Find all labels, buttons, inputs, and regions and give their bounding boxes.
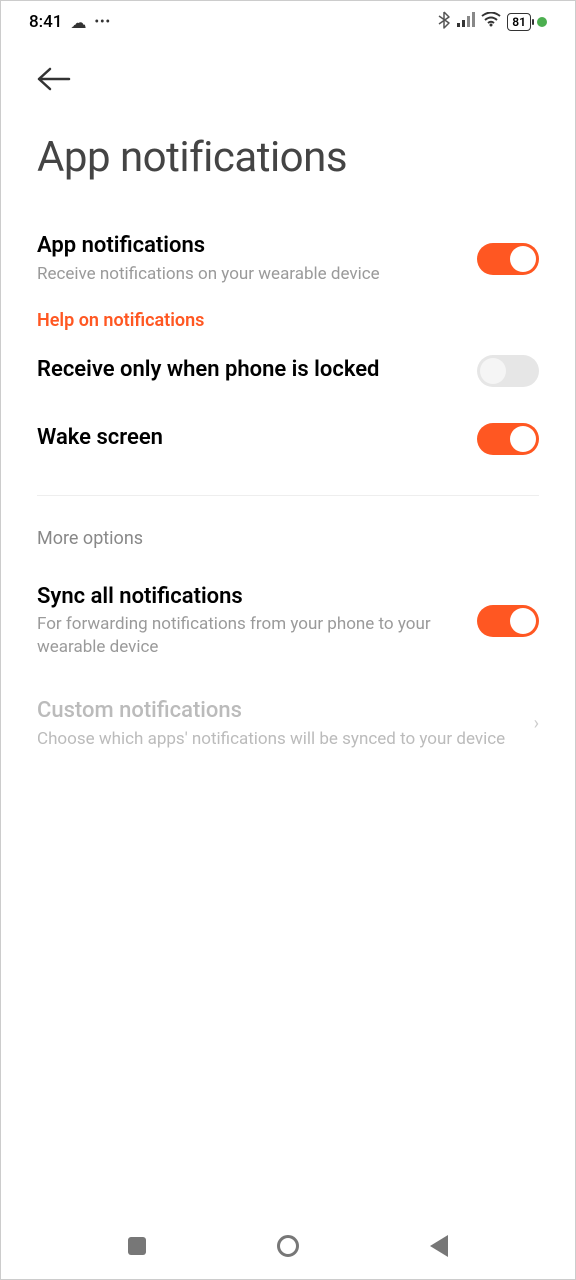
more-options-header: More options xyxy=(37,522,539,569)
battery-icon: 81 xyxy=(507,13,531,31)
row-receive-locked[interactable]: Receive only when phone is locked xyxy=(37,341,539,401)
row-app-notifications[interactable]: App notifications Receive notifications … xyxy=(37,218,539,300)
status-bar: 8:41 ☁ ••• 81 xyxy=(1,1,575,43)
app-notifications-title: App notifications xyxy=(37,232,461,261)
status-dot-icon xyxy=(537,17,547,27)
section-divider xyxy=(37,495,539,496)
battery-level: 81 xyxy=(512,15,526,29)
receive-locked-toggle[interactable] xyxy=(477,355,539,387)
app-notifications-subtitle: Receive notifications on your wearable d… xyxy=(37,263,461,286)
recents-button[interactable] xyxy=(124,1233,150,1259)
row-sync-all[interactable]: Sync all notifications For forwarding no… xyxy=(37,569,539,673)
wake-screen-title: Wake screen xyxy=(37,424,461,453)
signal-icon xyxy=(457,12,475,32)
status-time: 8:41 xyxy=(29,12,62,32)
bluetooth-icon xyxy=(437,11,451,34)
more-dots-icon: ••• xyxy=(94,15,111,30)
app-notifications-toggle[interactable] xyxy=(477,243,539,275)
page-title: App notifications xyxy=(1,103,575,218)
help-notifications-link[interactable]: Help on notifications xyxy=(37,300,539,341)
receive-locked-title: Receive only when phone is locked xyxy=(37,356,461,385)
wake-screen-toggle[interactable] xyxy=(477,423,539,455)
sync-all-subtitle: For forwarding notifications from your p… xyxy=(37,613,461,659)
system-nav-bar xyxy=(1,1213,575,1279)
row-wake-screen[interactable]: Wake screen xyxy=(37,401,539,469)
cloud-icon: ☁ xyxy=(70,13,86,32)
row-custom-notifications[interactable]: Custom notifications Choose which apps' … xyxy=(37,673,539,765)
sync-all-toggle[interactable] xyxy=(477,605,539,637)
home-button[interactable] xyxy=(275,1233,301,1259)
wifi-icon xyxy=(481,12,501,32)
custom-notifications-title: Custom notifications xyxy=(37,697,518,726)
sync-all-title: Sync all notifications xyxy=(37,583,461,612)
chevron-right-icon: › xyxy=(534,713,539,734)
custom-notifications-subtitle: Choose which apps' notifications will be… xyxy=(37,728,518,751)
top-nav xyxy=(1,43,575,103)
back-nav-button[interactable] xyxy=(426,1233,452,1259)
back-button[interactable] xyxy=(37,67,71,95)
